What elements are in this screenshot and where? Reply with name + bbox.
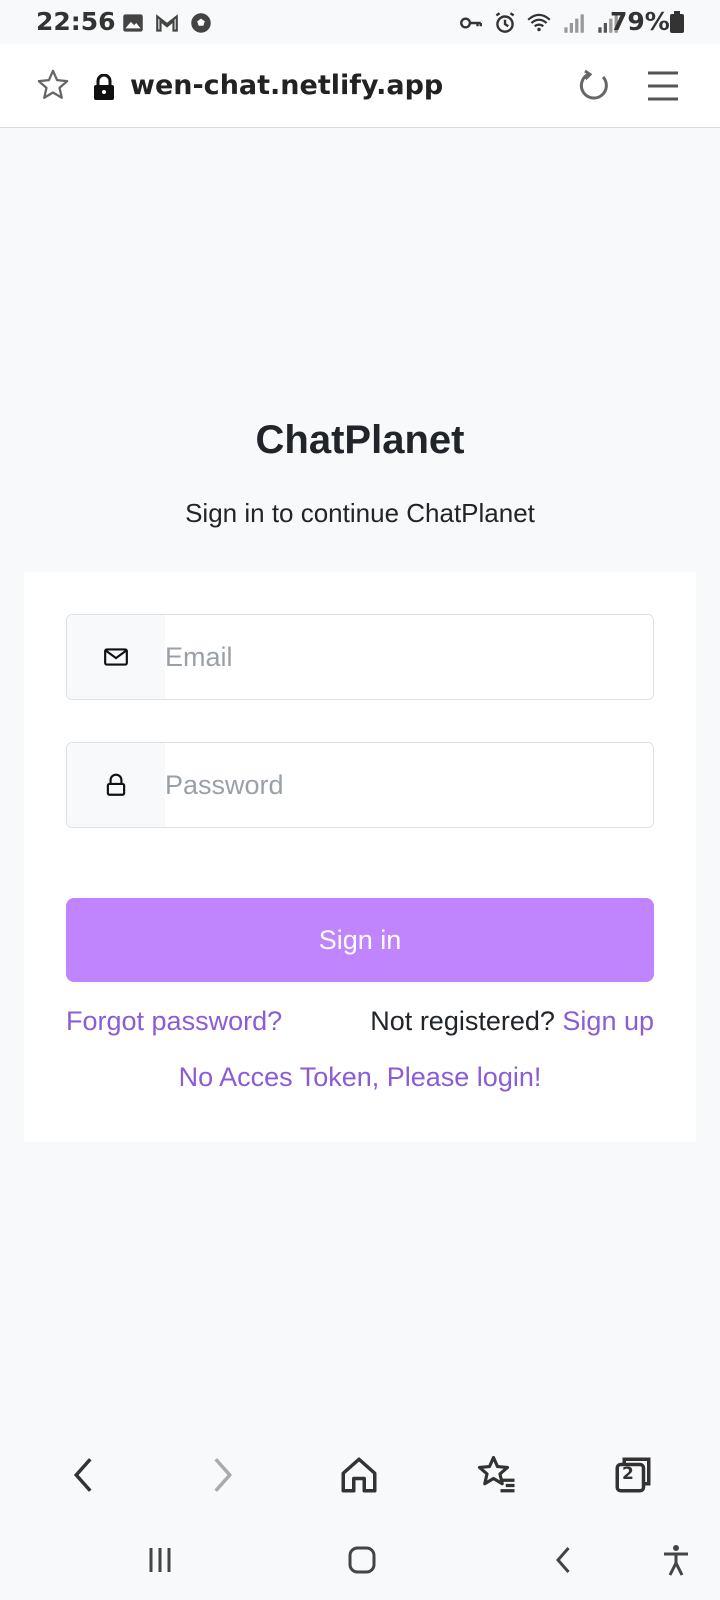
register-prompt: Not registered? Sign up <box>370 1006 654 1037</box>
chevron-left-icon <box>73 1458 92 1492</box>
login-card: Sign in Forgot password? Not registered?… <box>24 572 696 1142</box>
wifi-icon <box>527 13 551 32</box>
recents-button[interactable] <box>138 1540 182 1580</box>
email-input-group <box>66 614 654 700</box>
bookmark-list-icon <box>477 1455 515 1493</box>
recents-icon <box>149 1548 171 1572</box>
gmail-icon <box>156 14 178 32</box>
battery-icon <box>670 11 684 33</box>
auth-links: Forgot password? Not registered? Sign up <box>66 1006 654 1046</box>
status-bar: 22:56 79% <box>0 0 720 44</box>
home-circle-icon <box>348 1546 376 1574</box>
bookmark-star-icon[interactable] <box>36 68 70 102</box>
signal-icon <box>564 14 584 33</box>
battery-level: 79% <box>610 7 670 36</box>
reload-icon[interactable] <box>576 68 612 104</box>
url-field[interactable]: wen-chat.netlify.app <box>130 70 443 101</box>
password-input[interactable] <box>165 743 653 827</box>
back-nav-button[interactable] <box>542 1540 586 1580</box>
browser-toolbar: 2 <box>0 1430 720 1520</box>
address-bar: wen-chat.netlify.app <box>0 44 720 128</box>
bookmarks-button[interactable] <box>472 1450 522 1500</box>
home-button[interactable] <box>334 1450 384 1500</box>
home-nav-button[interactable] <box>340 1540 384 1580</box>
back-icon <box>556 1547 570 1573</box>
forward-button[interactable] <box>196 1450 246 1500</box>
tab-count: 2 <box>622 1464 634 1484</box>
sign-up-link[interactable]: Sign up <box>562 1006 654 1036</box>
sign-in-button[interactable]: Sign in <box>66 898 654 982</box>
key-icon <box>460 17 482 29</box>
password-addon <box>67 743 165 827</box>
accessibility-icon <box>664 1545 688 1576</box>
chevron-right-icon <box>214 1458 233 1492</box>
envelope-icon <box>104 648 128 666</box>
lock-icon <box>106 773 126 796</box>
email-input[interactable] <box>165 615 653 699</box>
system-nav-bar <box>0 1520 720 1600</box>
token-message: No Acces Token, Please login! <box>178 1062 542 1092</box>
status-time: 22:56 <box>36 7 116 36</box>
email-addon <box>67 615 165 699</box>
home-icon <box>341 1457 377 1493</box>
football-icon <box>191 13 211 33</box>
alarm-icon <box>495 12 515 33</box>
accessibility-button[interactable] <box>654 1540 698 1580</box>
password-input-group <box>66 742 654 828</box>
not-registered-text: Not registered? <box>370 1006 555 1036</box>
tabs-button[interactable]: 2 <box>608 1450 658 1500</box>
system-icons <box>458 10 620 36</box>
image-icon <box>123 14 143 32</box>
page-title: ChatPlanet <box>255 418 465 462</box>
lock-icon[interactable] <box>93 74 115 100</box>
back-button[interactable] <box>60 1450 110 1500</box>
notification-icons <box>120 10 214 36</box>
menu-icon[interactable] <box>646 70 680 102</box>
page-subtitle: Sign in to continue ChatPlanet <box>185 498 535 528</box>
forgot-password-link[interactable]: Forgot password? <box>66 1006 282 1037</box>
